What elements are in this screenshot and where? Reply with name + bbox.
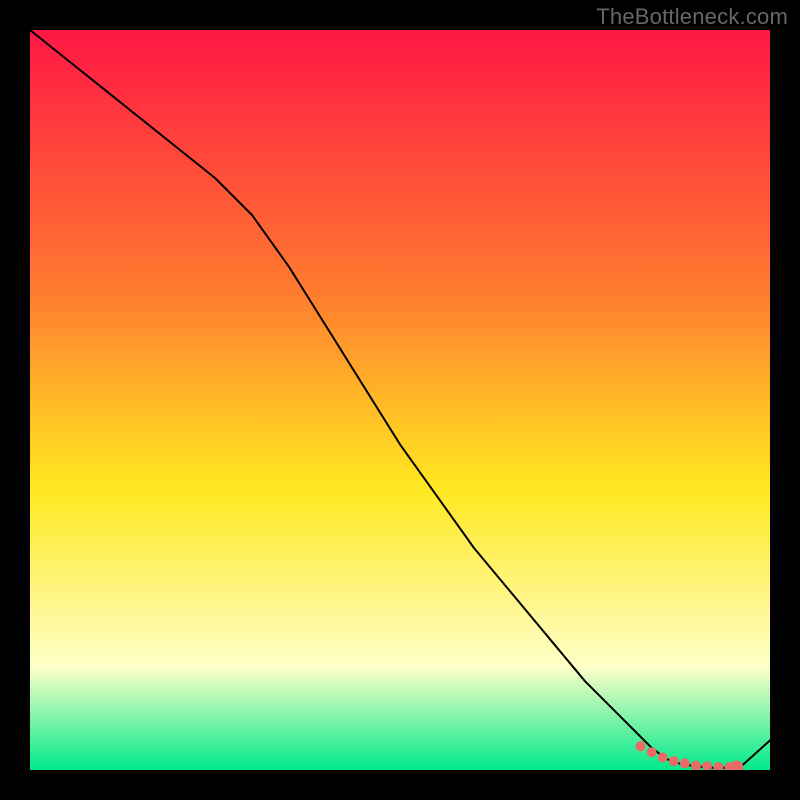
min-dot bbox=[636, 741, 646, 751]
min-dot bbox=[658, 752, 668, 762]
plot-area bbox=[30, 30, 770, 770]
end-dot bbox=[730, 761, 743, 771]
min-dot bbox=[702, 761, 712, 770]
min-dot bbox=[647, 747, 657, 757]
line-layer bbox=[30, 30, 770, 770]
trend-line bbox=[30, 30, 770, 768]
watermark-text: TheBottleneck.com bbox=[596, 4, 788, 30]
min-dot bbox=[713, 762, 723, 770]
min-dot bbox=[669, 756, 679, 766]
min-dot bbox=[680, 758, 690, 768]
min-dot bbox=[691, 761, 701, 770]
chart-frame: TheBottleneck.com bbox=[0, 0, 800, 800]
